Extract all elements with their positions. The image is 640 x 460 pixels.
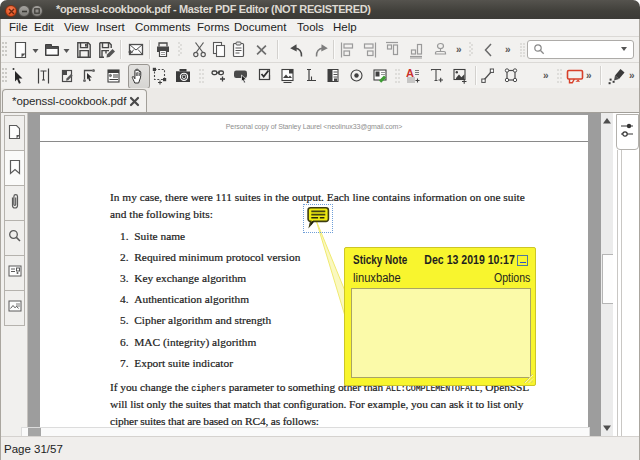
svg-text:A: A xyxy=(406,67,414,79)
